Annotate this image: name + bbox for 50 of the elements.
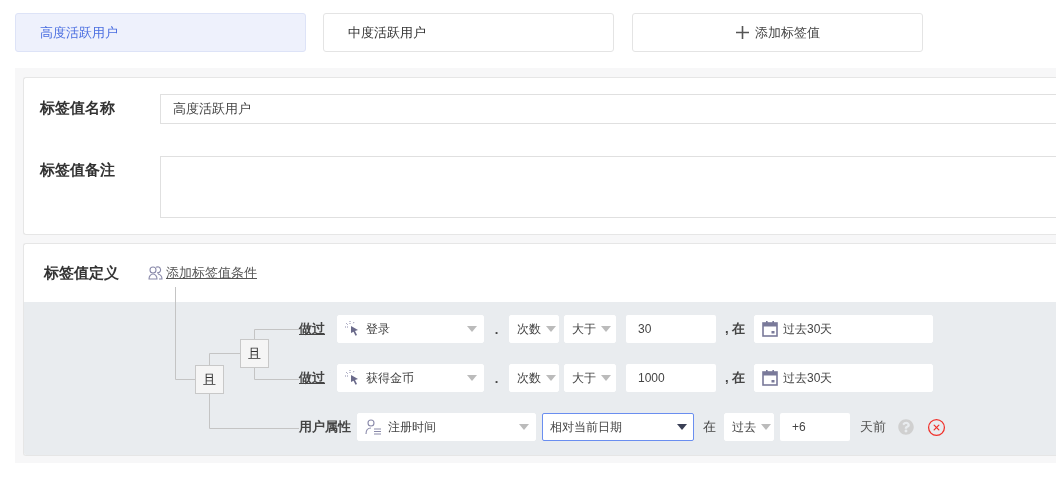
caret-icon xyxy=(601,375,611,381)
value-input[interactable]: 30 xyxy=(626,315,716,343)
caret-icon xyxy=(546,326,556,332)
direction-select[interactable]: 过去 xyxy=(724,413,774,441)
tab[interactable]: 中度活跃用户 xyxy=(323,13,614,52)
caret-icon xyxy=(677,424,687,430)
logic-operator-node[interactable]: 且 xyxy=(240,339,269,368)
users-icon xyxy=(148,266,163,280)
section-title: 标签值定义 xyxy=(44,263,119,283)
calendar-icon xyxy=(762,370,778,386)
logic-operator-node[interactable]: 且 xyxy=(195,365,224,394)
condition-label[interactable]: 做过 xyxy=(299,369,325,387)
value-input[interactable]: 1000 xyxy=(626,364,716,392)
caret-icon xyxy=(601,326,611,332)
caret-icon xyxy=(467,375,477,381)
delete-icon[interactable] xyxy=(927,417,946,437)
in-label: 在 xyxy=(701,418,717,436)
field-label: 标签值备注 xyxy=(40,160,116,180)
in-label: , 在 xyxy=(723,369,747,387)
comparator-select[interactable]: 大于 xyxy=(564,364,616,392)
plus-icon xyxy=(735,26,749,39)
user-list-icon xyxy=(365,419,383,435)
metric-select[interactable]: 次数 xyxy=(509,315,559,343)
date-mode-select[interactable]: 相对当前日期 xyxy=(542,413,694,441)
caret-icon xyxy=(761,424,771,430)
add-condition-link[interactable]: 添加标签值条件 xyxy=(148,264,257,282)
condition-label: 用户属性 xyxy=(299,418,351,436)
caret-icon xyxy=(546,375,556,381)
calendar-icon xyxy=(762,321,778,337)
tab[interactable]: 高度活跃用户 xyxy=(15,13,306,52)
add-tab-button[interactable]: 添加标签值 xyxy=(632,13,923,52)
help-icon[interactable] xyxy=(898,419,914,435)
remark-input[interactable] xyxy=(160,156,1056,218)
event-select[interactable]: 登录 xyxy=(337,315,484,343)
date-range-field[interactable]: 过去30天 xyxy=(754,315,933,343)
date-range-field[interactable]: 过去30天 xyxy=(754,364,933,392)
unit-label: 天前 xyxy=(860,418,886,436)
condition-label[interactable]: 做过 xyxy=(299,320,325,338)
event-select[interactable]: 获得金币 xyxy=(337,364,484,392)
property-select[interactable]: 注册时间 xyxy=(357,413,536,441)
in-label: , 在 xyxy=(723,320,747,338)
comparator-select[interactable]: 大于 xyxy=(564,315,616,343)
separator-dot: . xyxy=(493,370,500,386)
days-input[interactable]: +6 xyxy=(780,413,850,441)
caret-icon xyxy=(467,326,477,332)
metric-select[interactable]: 次数 xyxy=(509,364,559,392)
separator-dot: . xyxy=(493,321,500,337)
name-input[interactable]: 高度活跃用户 xyxy=(160,94,1056,124)
caret-icon xyxy=(519,424,529,430)
field-label: 标签值名称 xyxy=(40,98,116,118)
